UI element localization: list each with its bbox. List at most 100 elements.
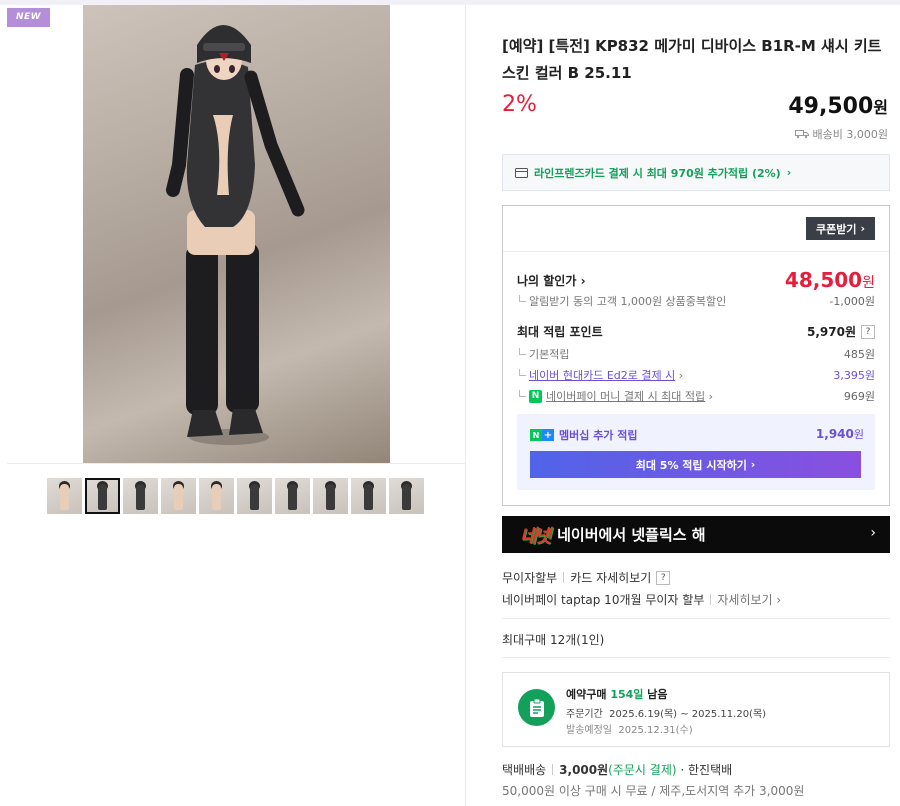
preorder-days: 154일: [610, 688, 644, 701]
membership-label-text: 멤버십 추가 적립: [559, 429, 638, 442]
sub-discount-value: -1,000원: [829, 295, 875, 308]
delivery-condition: 50,000원 이상 구매 시 무료 / 제주,도서지역 추가 3,000원: [502, 782, 804, 799]
sub-discount-label: 알림받기 동의 고객 1,000원 상품중복할인: [517, 293, 726, 309]
ship-date: 발송예정일 2025.12.31(수): [566, 721, 693, 736]
chevron-right-icon: ›: [750, 458, 756, 471]
membership-box: N + 멤버십 추가 적립 1,940원 최대 5% 적립 시작하기 ›: [517, 414, 875, 490]
preorder-title-prefix: 예약구매: [566, 688, 607, 701]
shipping-fee: 배송비 3,000원: [794, 126, 888, 142]
points-value: 5,970원: [807, 325, 856, 339]
my-price-label-link[interactable]: 나의 할인가 ›: [517, 272, 586, 289]
thumbnail[interactable]: [47, 478, 82, 514]
preorder-box: 예약구매 154일 남음 주문기간 2025.6.19(목) ~ 2025.11…: [502, 672, 890, 747]
order-period-label: 주문기간: [566, 709, 603, 720]
installment-row: 무이자할부 카드 자세히보기 ?: [502, 569, 671, 586]
divider: [503, 251, 889, 252]
max-purchase: 최대구매 12개(1인): [502, 631, 604, 648]
chevron-right-icon: ›: [678, 369, 684, 382]
chevron-right-icon: ›: [708, 389, 714, 403]
naver-pay-icon: N: [529, 389, 542, 403]
points-item-label: 네이버페이 머니 결제 시 최대 적립: [546, 390, 706, 403]
membership-value-num: 1,940: [815, 427, 854, 441]
points-row: 최대 적립 포인트 5,970원?: [517, 323, 875, 340]
thumbnail-selected[interactable]: [85, 478, 120, 514]
main-product-image[interactable]: [83, 5, 390, 463]
thumbnail[interactable]: [199, 478, 234, 514]
thumbnail[interactable]: [351, 478, 386, 514]
my-price-unit: 원: [862, 275, 875, 291]
membership-value: 1,940원: [816, 426, 864, 442]
price-unit: 원: [873, 98, 888, 117]
my-price: 48,500원: [785, 268, 875, 292]
my-price-value: 48,500: [784, 268, 863, 292]
product-title: [예약] [특전] KP832 메가미 디바이스 B1R-M 섀시 키트 스킨 …: [502, 37, 882, 82]
card-detail-link[interactable]: 카드 자세히보기: [570, 569, 651, 586]
points-label: 최대 적립 포인트: [517, 325, 603, 339]
points-item-label: 기본적립: [517, 346, 569, 362]
divider: [710, 594, 712, 605]
points-item-link[interactable]: N 네이버페이 머니 결제 시 최대 적립 ›: [517, 388, 713, 404]
delivery-method: 택배배송: [502, 763, 547, 777]
sale-price: 49,500원: [788, 94, 888, 119]
membership-label: N + 멤버십 추가 적립: [530, 427, 638, 443]
card-benefit-banner[interactable]: 라인프렌즈카드 결제 시 최대 970원 추가적립 (2%) ›: [502, 154, 890, 191]
npay-installment-row: 네이버페이 taptap 10개월 무이자 할부 자세히보기 ›: [502, 591, 781, 608]
detail-link-label: 자세히보기: [717, 593, 773, 607]
divider: [563, 572, 565, 583]
delivery-row: 택배배송 3,000원 (주문시 결제) · 한진택배: [502, 761, 732, 778]
points-item-value: 485원: [843, 348, 875, 361]
netflix-banner[interactable]: 네넷 네이버에서 넷플릭스 해 ›: [502, 516, 890, 553]
thumbnail[interactable]: [123, 478, 158, 514]
npay-taptap-text: 네이버페이 taptap 10개월 무이자 할부: [502, 593, 705, 607]
points-item-row: 기본적립 485원: [517, 346, 875, 362]
benefit-box: 쿠폰받기 › 나의 할인가 › 48,500원 알림받기 동의 고객 1,000원…: [502, 205, 890, 506]
points-item-value: 969원: [843, 390, 875, 403]
chevron-right-icon: ›: [580, 273, 586, 288]
help-icon[interactable]: ?: [861, 324, 875, 339]
help-icon[interactable]: ?: [656, 570, 671, 585]
divider: [502, 618, 890, 619]
shipping-fee-text: 배송비 3,000원: [812, 128, 888, 141]
points-value-wrap: 5,970원?: [807, 323, 875, 340]
delivery-carrier: · 한진택배: [680, 763, 733, 777]
netflix-banner-text: 네이버에서 넷플릭스 해: [557, 526, 706, 544]
max-purchase-text: 최대구매 12개(1인): [502, 633, 605, 647]
delivery-fee-note: (주문시 결제): [608, 763, 677, 777]
points-item-value: 3,395원: [833, 369, 875, 382]
preorder-title-suffix: 남음: [647, 688, 668, 701]
naver-plus-icon: N +: [530, 429, 554, 441]
price-value: 49,500: [788, 94, 874, 119]
preorder-title: 예약구매 154일 남음: [566, 686, 668, 702]
thumbnail[interactable]: [275, 478, 310, 514]
points-item-link[interactable]: 네이버 현대카드 Ed2로 결제 시 ›: [517, 367, 683, 383]
divider: [7, 463, 466, 464]
figure-illustration: [166, 25, 305, 445]
sub-discount-row: 알림받기 동의 고객 1,000원 상품중복할인 -1,000원: [517, 293, 875, 309]
thumbnail-strip: [47, 478, 424, 514]
membership-start-button[interactable]: 최대 5% 적립 시작하기 ›: [530, 451, 861, 478]
points-item-label: 네이버 현대카드 Ed2로 결제 시: [529, 369, 676, 382]
order-period-value: 2025.6.19(목) ~ 2025.11.20(목): [609, 709, 767, 720]
delivery-fee: 3,000원: [559, 763, 609, 777]
thumbnail[interactable]: [161, 478, 196, 514]
netflix-logo: 네넷: [520, 525, 551, 547]
points-item-row: 네이버 현대카드 Ed2로 결제 시 › 3,395원: [517, 367, 875, 383]
product-gallery: NEW: [0, 5, 466, 806]
thumbnail[interactable]: [313, 478, 348, 514]
card-benefit-text: 라인프렌즈카드 결제 시 최대 970원 추가적립 (2%): [534, 166, 781, 180]
no-interest-label: 무이자할부: [502, 571, 558, 585]
chevron-right-icon: ›: [860, 222, 866, 235]
coupon-button[interactable]: 쿠폰받기 ›: [806, 217, 875, 240]
chevron-right-icon: ›: [870, 525, 876, 541]
chevron-right-icon: ›: [776, 593, 782, 607]
detail-link[interactable]: 자세히보기 ›: [717, 591, 781, 608]
my-price-row: 나의 할인가 › 48,500원: [517, 268, 875, 292]
thumbnail[interactable]: [237, 478, 272, 514]
chevron-right-icon: ›: [786, 166, 792, 179]
thumbnail[interactable]: [389, 478, 424, 514]
divider: [502, 657, 890, 658]
points-item-row: N 네이버페이 머니 결제 시 최대 적립 › 969원: [517, 388, 875, 404]
delivery-condition-text: 50,000원 이상 구매 시 무료 / 제주,도서지역 추가 3,000원: [502, 784, 805, 798]
new-badge: NEW: [7, 8, 50, 27]
clipboard-icon: [518, 689, 555, 726]
